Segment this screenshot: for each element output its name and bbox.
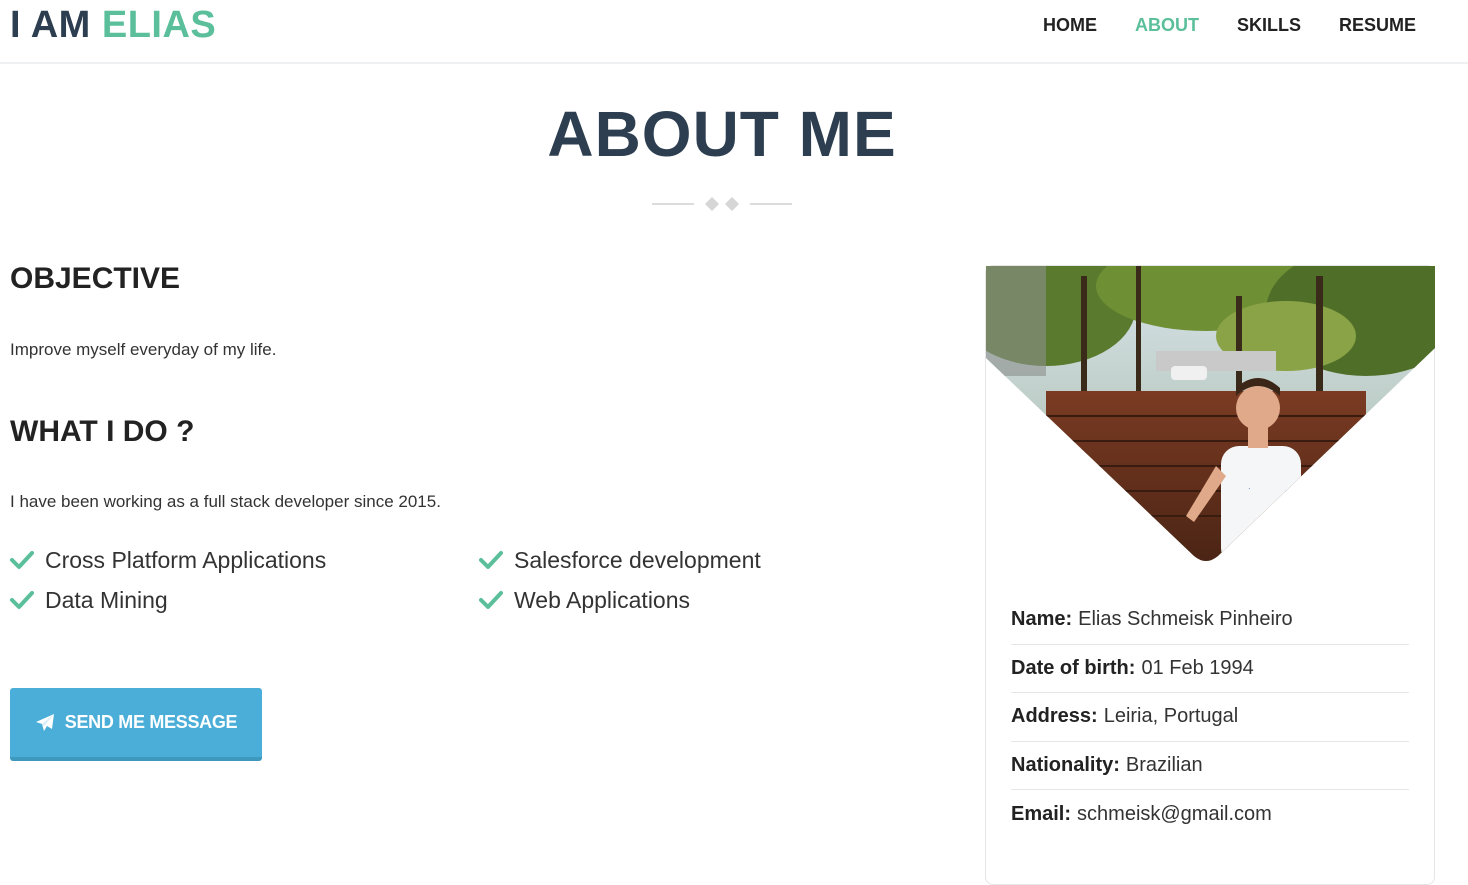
list-item: Cross Platform Applications (10, 548, 479, 572)
profile-photo: · (986, 266, 1435, 561)
objective-heading: OBJECTIVE (10, 262, 181, 295)
info-value: 01 Feb 1994 (1141, 656, 1254, 679)
info-row-address: Address: Leiria, Portugal (1011, 693, 1409, 742)
brand-name: ELIAS (101, 4, 217, 46)
nav-home[interactable]: HOME (1043, 14, 1097, 36)
info-row-email: Email: schmeisk@gmail.com (1011, 790, 1409, 839)
skill-label: Web Applications (514, 587, 691, 613)
check-icon (10, 591, 34, 609)
check-icon (10, 551, 34, 569)
nav-resume[interactable]: RESUME (1339, 14, 1416, 36)
info-row-nationality: Nationality: Brazilian (1011, 742, 1409, 790)
info-value: Brazilian (1125, 753, 1203, 776)
skill-label: Data Mining (45, 587, 168, 613)
brand-logo[interactable]: I AM ELIAS (10, 4, 216, 46)
main-nav: HOME ABOUT SKILLS RESUME (1043, 14, 1416, 36)
page-title: ABOUT ME (547, 98, 897, 170)
info-key: Name: (1011, 608, 1073, 631)
objective-text: Improve myself everyday of my life. (10, 340, 277, 359)
check-icon (479, 551, 503, 569)
skill-label: Salesforce development (514, 547, 761, 573)
info-row-name: Name: Elias Schmeisk Pinheiro (1011, 596, 1409, 645)
navbar: I AM ELIAS HOME ABOUT SKILLS RESUME (0, 0, 1468, 64)
skills-list: Cross Platform Applications Salesforce d… (10, 548, 910, 612)
brand-prefix: I AM (10, 4, 91, 46)
profile-card: · Name: Elias Schmeisk Pinheiro Date of … (985, 265, 1435, 885)
info-row-dob: Date of birth: 01 Feb 1994 (1011, 645, 1409, 693)
info-value: Leiria, Portugal (1103, 705, 1239, 728)
svg-text:·: · (1248, 484, 1251, 493)
send-message-label: SEND ME MESSAGE (64, 712, 238, 732)
paper-plane-icon (35, 713, 54, 731)
info-key: Nationality: (1011, 753, 1120, 776)
info-value: Elias Schmeisk Pinheiro (1078, 608, 1293, 631)
skill-label: Cross Platform Applications (45, 547, 327, 573)
what-i-do-text: I have been working as a full stack deve… (10, 492, 441, 511)
send-message-button[interactable]: SEND ME MESSAGE (10, 688, 262, 761)
nav-skills[interactable]: SKILLS (1237, 14, 1301, 36)
profile-info: Name: Elias Schmeisk Pinheiro Date of bi… (1011, 596, 1409, 839)
what-i-do-heading: WHAT I DO ? (10, 415, 195, 448)
check-icon (479, 591, 503, 609)
info-key: Date of birth: (1011, 656, 1136, 679)
list-item: Salesforce development (479, 548, 899, 572)
list-item: Web Applications (479, 588, 899, 612)
info-key: Email: (1011, 802, 1072, 825)
list-item: Data Mining (10, 588, 479, 612)
nav-about[interactable]: ABOUT (1135, 14, 1199, 36)
info-value[interactable]: schmeisk@gmail.com (1077, 803, 1272, 826)
title-divider-ornament (652, 197, 792, 211)
info-key: Address: (1011, 705, 1098, 728)
